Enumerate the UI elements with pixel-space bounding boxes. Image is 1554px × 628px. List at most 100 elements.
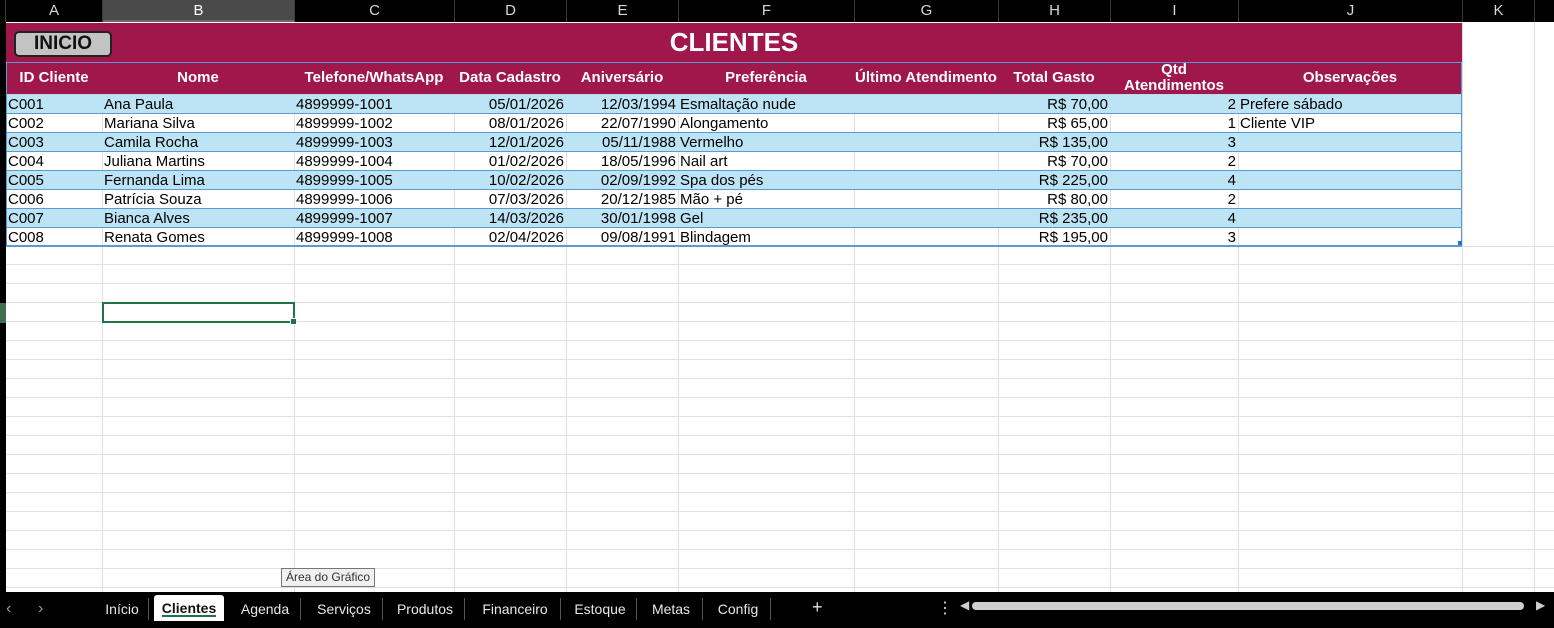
header-id-cliente[interactable]: ID Cliente: [6, 62, 102, 94]
selected-cell[interactable]: [102, 302, 297, 325]
cell-obs[interactable]: [1238, 171, 1462, 189]
cell-cadastro[interactable]: 05/01/2026: [454, 95, 566, 113]
cell-qtd[interactable]: 1: [1110, 114, 1238, 132]
cell-obs[interactable]: Cliente VIP: [1238, 114, 1462, 132]
cell-total[interactable]: R$ 195,00: [998, 228, 1110, 246]
sheet-tab-clientes[interactable]: Clientes: [154, 595, 224, 621]
cell-obs[interactable]: Prefere sábado: [1238, 95, 1462, 113]
cell-nome[interactable]: Juliana Martins: [102, 152, 294, 170]
column-header-h[interactable]: H: [999, 0, 1111, 22]
cell-ultimo[interactable]: [854, 114, 998, 132]
cell-telefone[interactable]: 4899999-1005: [294, 171, 454, 189]
cell-nome[interactable]: Fernanda Lima: [102, 171, 294, 189]
cell-total[interactable]: R$ 70,00: [998, 95, 1110, 113]
cell-total[interactable]: R$ 225,00: [998, 171, 1110, 189]
cell-aniversario[interactable]: 20/12/1985: [566, 190, 678, 208]
column-header-b[interactable]: B: [103, 0, 295, 22]
cell-qtd[interactable]: 3: [1110, 133, 1238, 151]
cell-id[interactable]: C002: [6, 114, 102, 132]
plus-icon[interactable]: +: [812, 597, 823, 618]
cell-telefone[interactable]: 4899999-1008: [294, 228, 454, 246]
cell-id[interactable]: C006: [6, 190, 102, 208]
cell-id[interactable]: C007: [6, 209, 102, 227]
cell-aniversario[interactable]: 05/11/1988: [566, 133, 678, 151]
sheet-tab-agenda[interactable]: Agenda: [230, 598, 301, 620]
cell-preferencia[interactable]: Mão + pé: [678, 190, 854, 208]
chevron-left-icon[interactable]: ‹: [6, 600, 11, 618]
cell-ultimo[interactable]: [854, 133, 998, 151]
column-header-k[interactable]: K: [1463, 0, 1535, 22]
cell-nome[interactable]: Camila Rocha: [102, 133, 294, 151]
sheet-tab-inicio[interactable]: Início: [96, 598, 149, 620]
cell-cadastro[interactable]: 08/01/2026: [454, 114, 566, 132]
table-row[interactable]: C002 Mariana Silva 4899999-1002 08/01/2026 2…: [6, 114, 1462, 133]
cell-obs[interactable]: [1238, 209, 1462, 227]
cell-nome[interactable]: Ana Paula: [102, 95, 294, 113]
cell-nome[interactable]: Patrícia Souza: [102, 190, 294, 208]
table-row[interactable]: C007 Bianca Alves 4899999-1007 14/03/2026 30…: [6, 209, 1462, 228]
cell-preferencia[interactable]: Vermelho: [678, 133, 854, 151]
cell-qtd[interactable]: 2: [1110, 190, 1238, 208]
cell-total[interactable]: R$ 65,00: [998, 114, 1110, 132]
cell-id[interactable]: C008: [6, 228, 102, 246]
scroll-right-icon[interactable]: ▶: [1536, 598, 1545, 612]
cell-total[interactable]: R$ 135,00: [998, 133, 1110, 151]
table-row[interactable]: C008 Renata Gomes 4899999-1008 02/04/2026 09…: [6, 228, 1462, 247]
column-header-i[interactable]: I: [1111, 0, 1239, 22]
column-header-j[interactable]: J: [1239, 0, 1463, 22]
header-aniversario[interactable]: Aniversário: [566, 62, 678, 94]
cell-aniversario[interactable]: 09/08/1991: [566, 228, 678, 246]
cell-aniversario[interactable]: 22/07/1990: [566, 114, 678, 132]
header-observacoes[interactable]: Observações: [1238, 62, 1462, 94]
column-header-c[interactable]: C: [295, 0, 455, 22]
sheet-tab-estoque[interactable]: Estoque: [564, 598, 637, 620]
cell-id[interactable]: C004: [6, 152, 102, 170]
cell-obs[interactable]: [1238, 152, 1462, 170]
header-telefone[interactable]: Telefone/WhatsApp: [294, 62, 454, 94]
cell-telefone[interactable]: 4899999-1004: [294, 152, 454, 170]
cell-obs[interactable]: [1238, 133, 1462, 151]
cell-nome[interactable]: Renata Gomes: [102, 228, 294, 246]
cell-telefone[interactable]: 4899999-1007: [294, 209, 454, 227]
cell-qtd[interactable]: 2: [1110, 152, 1238, 170]
header-qtd-atendimentos[interactable]: Qtd Atendimentos: [1110, 62, 1238, 94]
cell-cadastro[interactable]: 10/02/2026: [454, 171, 566, 189]
cell-ultimo[interactable]: [854, 152, 998, 170]
kebab-icon[interactable]: ⋮: [937, 598, 953, 618]
cell-cadastro[interactable]: 14/03/2026: [454, 209, 566, 227]
table-row[interactable]: C004 Juliana Martins 4899999-1004 01/02/202…: [6, 152, 1462, 171]
inicio-button[interactable]: INICIO: [14, 31, 112, 57]
cell-preferencia[interactable]: Spa dos pés: [678, 171, 854, 189]
sheet-tab-produtos[interactable]: Produtos: [386, 598, 465, 620]
cell-ultimo[interactable]: [854, 95, 998, 113]
chevron-right-icon[interactable]: ›: [38, 600, 43, 618]
cell-nome[interactable]: Mariana Silva: [102, 114, 294, 132]
table-row[interactable]: C005 Fernanda Lima 4899999-1005 10/02/2026 0…: [6, 171, 1462, 190]
cell-aniversario[interactable]: 18/05/1996: [566, 152, 678, 170]
cell-qtd[interactable]: 2: [1110, 95, 1238, 113]
cell-id[interactable]: C005: [6, 171, 102, 189]
scroll-left-icon[interactable]: ◀: [960, 598, 969, 612]
cell-obs[interactable]: [1238, 190, 1462, 208]
sheet-tab-financeiro[interactable]: Financeiro: [470, 598, 561, 620]
cell-ultimo[interactable]: [854, 209, 998, 227]
horizontal-scrollbar[interactable]: ◀ ▶: [958, 598, 1546, 612]
header-data-cadastro[interactable]: Data Cadastro: [454, 62, 566, 94]
cell-nome[interactable]: Bianca Alves: [102, 209, 294, 227]
table-resize-handle[interactable]: [1458, 241, 1462, 245]
cell-id[interactable]: C003: [6, 133, 102, 151]
cell-obs[interactable]: [1238, 228, 1462, 246]
cell-preferencia[interactable]: Nail art: [678, 152, 854, 170]
table-row[interactable]: C006 Patrícia Souza 4899999-1006 07/03/2026…: [6, 190, 1462, 209]
cell-cadastro[interactable]: 02/04/2026: [454, 228, 566, 246]
empty-rows[interactable]: [6, 246, 1554, 592]
cell-total[interactable]: R$ 80,00: [998, 190, 1110, 208]
header-nome[interactable]: Nome: [102, 62, 294, 94]
fill-handle[interactable]: [290, 318, 297, 325]
cell-aniversario[interactable]: 02/09/1992: [566, 171, 678, 189]
header-ultimo-atendimento[interactable]: Último Atendimento: [854, 62, 998, 94]
sheet-tab-servicos[interactable]: Serviços: [306, 598, 383, 620]
cell-telefone[interactable]: 4899999-1003: [294, 133, 454, 151]
cell-id[interactable]: C001: [6, 95, 102, 113]
cell-ultimo[interactable]: [854, 228, 998, 246]
